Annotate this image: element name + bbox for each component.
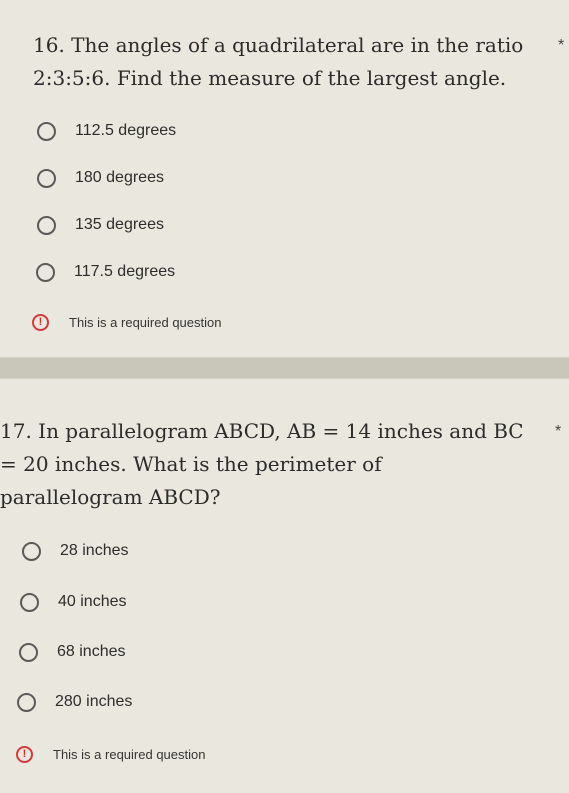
radio-unchecked-icon[interactable] [17, 692, 36, 712]
radio-unchecked-icon[interactable] [37, 121, 56, 141]
required-warning: ! This is a required question [32, 314, 221, 331]
required-asterisk: * [555, 423, 562, 440]
option-28-inches[interactable]: 28 inches [22, 536, 129, 566]
option-40-inches[interactable]: 40 inches [20, 587, 127, 617]
radio-unchecked-icon[interactable] [37, 215, 56, 235]
radio-unchecked-icon[interactable] [36, 262, 55, 282]
option-label: 280 inches [55, 693, 133, 710]
option-label: 68 inches [57, 643, 126, 660]
required-message: This is a required question [53, 747, 206, 762]
question-card-17: 17. In parallelogram ABCD, AB = 14 inche… [0, 378, 569, 793]
question-title: 16. The angles of a quadrilateral are in… [33, 33, 524, 90]
option-180-degrees[interactable]: 180 degrees [37, 163, 164, 193]
option-label: 112.5 degrees [75, 122, 177, 139]
radio-unchecked-icon[interactable] [20, 592, 39, 612]
option-135-degrees[interactable]: 135 degrees [37, 210, 164, 240]
option-label: 180 degrees [75, 169, 164, 186]
option-label: 40 inches [58, 593, 127, 610]
option-117-5-degrees[interactable]: 117.5 degrees [36, 257, 175, 287]
question-card-16: 16. The angles of a quadrilateral are in… [0, 0, 569, 358]
required-asterisk: * [558, 37, 565, 54]
radio-unchecked-icon[interactable] [19, 642, 38, 662]
option-label: 28 inches [60, 542, 129, 559]
option-label: 117.5 degrees [74, 263, 176, 280]
exclamation-circle-icon: ! [32, 314, 49, 331]
radio-unchecked-icon[interactable] [22, 541, 41, 561]
option-label: 135 degrees [75, 216, 164, 233]
required-message: This is a required question [69, 315, 222, 330]
option-68-inches[interactable]: 68 inches [19, 637, 126, 667]
exclamation-circle-icon: ! [16, 746, 33, 763]
option-280-inches[interactable]: 280 inches [17, 687, 132, 717]
radio-unchecked-icon[interactable] [37, 168, 56, 188]
question-title: 17. In parallelogram ABCD, AB = 14 inche… [0, 419, 524, 509]
option-112-5-degrees[interactable]: 112.5 degrees [37, 116, 176, 146]
required-warning: ! This is a required question [16, 746, 205, 763]
